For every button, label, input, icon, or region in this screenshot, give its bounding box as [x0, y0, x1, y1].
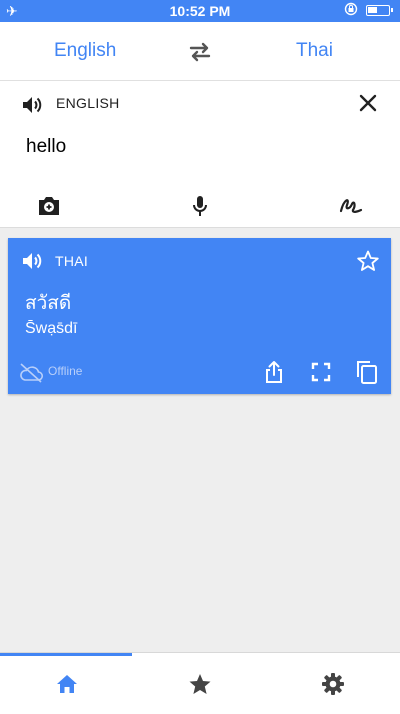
status-time: 10:52 PM: [169, 3, 231, 19]
bottom-tab-bar: [0, 652, 400, 714]
offline-status: Offline: [48, 364, 83, 378]
language-bar: English Thai: [0, 22, 400, 81]
speaker-icon[interactable]: [20, 249, 44, 273]
target-language-button[interactable]: Thai: [296, 40, 333, 62]
home-icon[interactable]: [54, 671, 80, 697]
gear-icon[interactable]: [320, 671, 346, 697]
speaker-icon[interactable]: [20, 93, 44, 117]
input-language-label: ENGLISH: [56, 95, 120, 111]
share-icon[interactable]: [261, 359, 287, 385]
star-icon[interactable]: [187, 671, 213, 697]
source-language-button[interactable]: English: [54, 40, 116, 62]
transliteration-text: S̄wạs̄dī: [25, 320, 78, 337]
battery-icon: [366, 5, 393, 16]
star-outline-icon[interactable]: [356, 249, 380, 273]
progress-indicator: [0, 653, 132, 656]
input-text[interactable]: hello: [26, 136, 66, 158]
copy-icon[interactable]: [354, 359, 380, 385]
microphone-icon[interactable]: [187, 193, 213, 219]
translation-text: สวัสดี: [25, 293, 72, 314]
handwriting-icon[interactable]: [338, 193, 364, 219]
close-icon[interactable]: [356, 91, 380, 115]
fullscreen-icon[interactable]: [308, 359, 334, 385]
cloud-off-icon: [18, 362, 44, 384]
status-bar: ✈ 10:52 PM: [0, 0, 400, 22]
result-language-label: THAI: [55, 253, 89, 269]
translation-result-card[interactable]: THAI สวัสดี S̄wạs̄dī Offline: [8, 238, 391, 394]
camera-icon[interactable]: [36, 193, 62, 219]
input-card: ENGLISH hello: [0, 81, 400, 228]
swap-arrows-icon[interactable]: [187, 39, 213, 65]
orientation-lock-icon: [344, 2, 358, 16]
